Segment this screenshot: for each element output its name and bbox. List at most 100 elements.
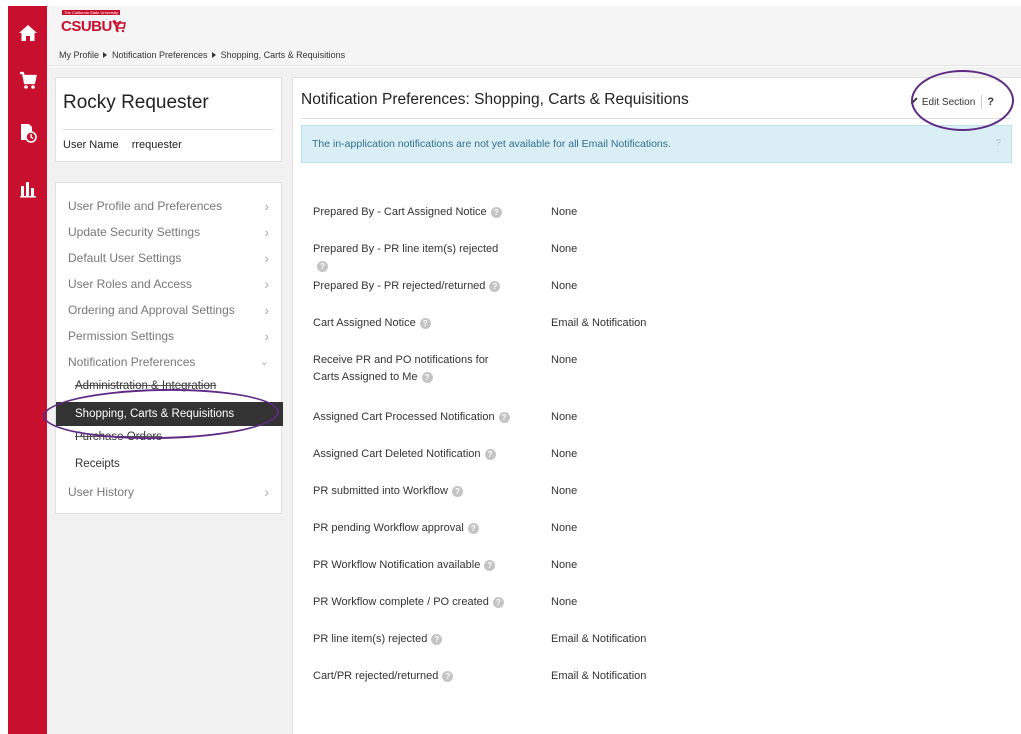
divider [301,118,1011,119]
chevron-right-icon: › [264,198,269,214]
nav-item-label: User Roles and Access [68,277,193,291]
subnav-item-purchase-orders[interactable]: Purchase Orders [75,427,162,447]
pref-label: PR line item(s) rejected? [313,631,513,648]
breadcrumb: My Profile Notification Preferences Shop… [47,44,1021,66]
pref-value: None [551,522,578,534]
pref-label-text: Prepared By - PR rejected/returned [313,280,486,292]
help-icon[interactable]: ? [484,448,496,460]
pref-label: PR Workflow Notification available? [313,557,533,574]
chevron-right-icon: › [264,484,269,500]
subnav-item-administration[interactable]: Administration & Integration [75,376,216,396]
help-icon[interactable]: ? [489,280,501,292]
help-icon[interactable]: ? [442,670,454,682]
nav-item-user-profile[interactable]: User Profile and Preferences › [68,196,269,216]
logo-tagline: The California State University [62,10,121,15]
nav-item-label: Ordering and Approval Settings [68,303,235,317]
pref-label-text: PR line item(s) rejected [313,633,428,645]
breadcrumb-current: Shopping, Carts & Requisitions [220,49,346,60]
help-icon[interactable]: ? [484,559,496,571]
username-row: User Name rrequester [63,139,182,151]
pref-value: None [551,448,578,460]
divider [63,129,273,130]
chevron-right-icon: › [264,276,269,292]
chevron-right-icon: › [264,224,269,240]
nav-item-user-history[interactable]: User History › [68,482,269,502]
edit-section-button[interactable]: Edit Section [922,97,975,108]
help-icon[interactable]: ? [431,633,443,645]
breadcrumb-separator-icon [211,51,216,58]
top-header: The California State University CSUBUY [47,6,1021,44]
pref-label: Assigned Cart Processed Notification? [313,409,533,426]
pref-label-text: Assigned Cart Deleted Notification [313,448,481,460]
info-alert: The in-application notifications are not… [301,125,1012,163]
help-icon[interactable]: ? [467,522,479,534]
help-icon[interactable]: ? [498,411,510,423]
subnav-item-receipts[interactable]: Receipts [75,454,120,474]
nav-item-label: User History [68,485,135,499]
pref-label-text: Prepared By - Cart Assigned Notice [313,206,487,218]
help-button[interactable]: ? [987,96,994,108]
pref-label: Cart/PR rejected/returned? [313,668,513,685]
chevron-down-icon: ⌄ [259,355,269,368]
help-icon[interactable]: ? [419,317,431,329]
pref-label-text: PR Workflow complete / PO created [313,596,489,608]
cart-icon[interactable] [8,71,47,91]
nav-item-notification-preferences[interactable]: Notification Preferences ⌄ [68,352,269,372]
chevron-right-icon: › [264,250,269,266]
alert-text: The in-application notifications are not… [312,138,671,150]
bar-chart-icon[interactable] [8,180,47,198]
pref-label-text: PR Workflow Notification available [313,559,481,571]
pref-label: Prepared By - Cart Assigned Notice? [313,204,513,221]
edit-section-controls: Edit Section ? [910,95,994,109]
home-icon[interactable] [8,24,47,42]
pref-label-text: Cart/PR rejected/returned [313,670,439,682]
pref-label-text: PR pending Workflow approval [313,522,464,534]
help-icon[interactable]: ? [421,371,433,383]
pref-value: Email & Notification [551,633,647,645]
nav-item-permissions[interactable]: Permission Settings › [68,326,269,346]
chevron-right-icon: › [264,302,269,318]
logo-cart-icon [112,19,126,36]
pref-label-text: PR submitted into Workflow [313,485,448,497]
pref-value: None [551,206,578,218]
divider [981,95,983,109]
alert-help-icon[interactable]: ? [995,138,1001,149]
nav-item-security[interactable]: Update Security Settings › [68,222,269,242]
pref-label: Assigned Cart Deleted Notification? [313,446,533,463]
pref-label: Cart Assigned Notice? [313,315,513,332]
pref-value: None [551,485,578,497]
nav-item-ordering-approval[interactable]: Ordering and Approval Settings › [68,300,269,320]
breadcrumb-separator-icon [103,51,108,58]
pref-value: None [551,559,578,571]
document-clock-icon[interactable] [8,122,47,144]
breadcrumb-notification-preferences[interactable]: Notification Preferences [112,50,208,60]
nav-item-roles[interactable]: User Roles and Access › [68,274,269,294]
breadcrumb-my-profile[interactable]: My Profile [59,50,99,60]
username-label: User Name [63,139,119,151]
pref-value: None [551,243,578,255]
nav-item-label: Update Security Settings [68,225,201,239]
pencil-icon[interactable] [910,96,919,108]
nav-item-default-settings[interactable]: Default User Settings › [68,248,269,268]
username-value: rrequester [131,139,182,151]
help-icon[interactable]: ? [492,596,504,608]
help-icon[interactable]: ? [490,206,502,218]
nav-item-label: Permission Settings [68,329,175,343]
pref-label: PR pending Workflow approval? [313,520,513,537]
pref-label: PR Workflow complete / PO created? [313,594,533,611]
pref-label: Prepared By - PR rejected/returned? [313,278,513,295]
pref-value: Email & Notification [551,670,647,682]
pref-value: None [551,411,578,423]
help-icon[interactable]: ? [451,485,463,497]
pref-label: Receive PR and PO notifications for Cart… [313,352,503,386]
pref-value: Email & Notification [551,317,647,329]
profile-nav: User Profile and Preferences › Update Se… [55,182,283,514]
main-panel: Notification Preferences: Shopping, Cart… [292,77,1021,734]
nav-item-label: Notification Preferences [68,355,196,369]
pref-label-text: Prepared By - PR line item(s) rejected [313,243,499,255]
profile-card: Rocky Requester User Name rrequester [55,77,282,162]
subnav-item-shopping-active[interactable]: Shopping, Carts & Requisitions [56,402,283,426]
pref-label-text: Assigned Cart Processed Notification [313,411,495,423]
pref-value: None [551,280,578,292]
help-icon[interactable]: ? [317,260,328,272]
